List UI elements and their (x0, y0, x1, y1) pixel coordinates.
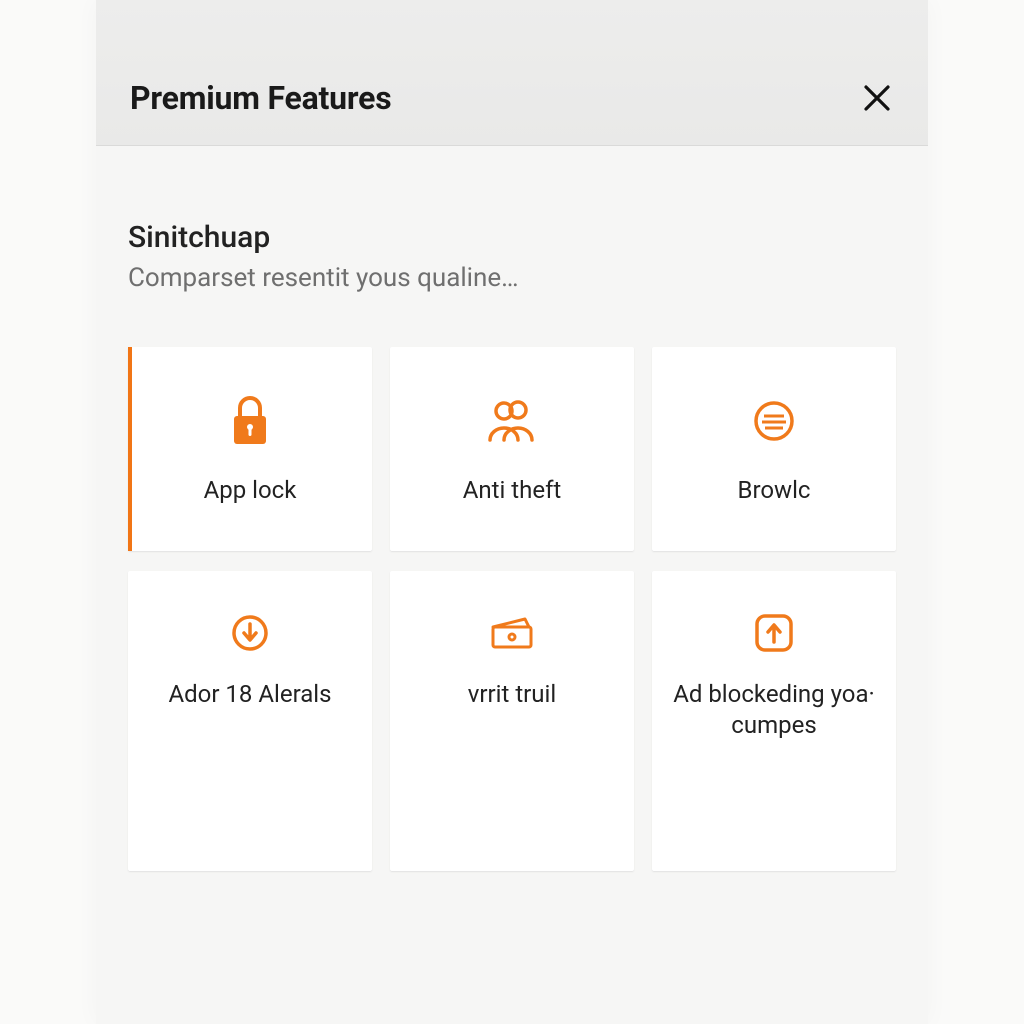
feature-card-ador-alerals[interactable]: Ador 18 Alerals (128, 571, 372, 871)
feature-label: Ador 18 Alerals (168, 679, 331, 710)
section-subtitle: Comparset resentit yous qualine… (128, 263, 896, 293)
feature-card-anti-theft[interactable]: Anti theft (390, 347, 634, 551)
page-title: Premium Features (130, 79, 391, 117)
close-button[interactable] (856, 79, 898, 117)
feature-card-browlc[interactable]: Browlc (652, 347, 896, 551)
disc-icon (746, 393, 802, 449)
feature-card-app-lock[interactable]: App lock (128, 347, 372, 551)
lock-icon (222, 393, 278, 449)
outer-frame: Premium Features Sinitchuap Comparset re… (0, 0, 1024, 1024)
wallet-icon (484, 605, 540, 661)
feature-card-vrrit-truil[interactable]: vrrit truil (390, 571, 634, 871)
download-circle-icon (222, 605, 278, 661)
feature-label: Anti theft (463, 475, 562, 506)
feature-label: Browlc (738, 475, 811, 506)
feature-card-ad-blocking[interactable]: Ad blockeding yoa· cumpes (652, 571, 896, 871)
close-icon (862, 83, 892, 113)
header-inner: Premium Features (96, 51, 928, 145)
feature-label: vrrit truil (468, 679, 556, 710)
content-area: Sinitchuap Comparset resentit yous quali… (96, 146, 928, 871)
feature-label: Ad blockeding yoa· cumpes (664, 679, 884, 740)
section-title: Sinitchuap (128, 220, 896, 255)
main-panel: Premium Features Sinitchuap Comparset re… (96, 0, 928, 1024)
feature-label: App lock (204, 475, 297, 506)
people-icon (484, 393, 540, 449)
header-bar: Premium Features (96, 0, 928, 146)
upload-box-icon (746, 605, 802, 661)
feature-grid: App lock Anti theft (128, 347, 896, 871)
